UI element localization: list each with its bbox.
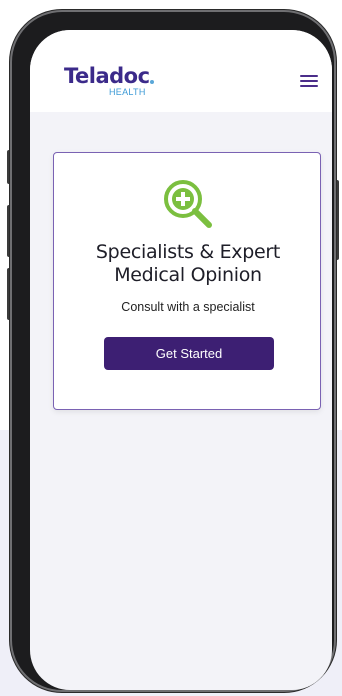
logo-subtext: HEALTH <box>109 87 146 97</box>
menu-bar-top <box>300 75 318 77</box>
specialists-card: Specialists & Expert Medical Opinion Con… <box>53 152 321 410</box>
teladoc-logo[interactable]: Teladoc HEALTH <box>64 64 164 104</box>
logo-accent-dot <box>150 80 154 84</box>
menu-bar-middle <box>300 80 318 82</box>
get-started-button[interactable]: Get Started <box>104 337 274 370</box>
card-subtitle: Consult with a specialist <box>121 300 255 314</box>
app-header: Teladoc HEALTH <box>30 30 332 112</box>
card-title: Specialists & Expert Medical Opinion <box>95 241 281 286</box>
hamburger-menu-icon[interactable] <box>300 73 318 89</box>
phone-screen: Teladoc HEALTH Specialists & Expert Medi… <box>30 30 332 690</box>
phone-frame: Teladoc HEALTH Specialists & Expert Medi… <box>10 10 336 692</box>
logo-wordmark: Teladoc <box>64 64 150 88</box>
menu-bar-bottom <box>300 85 318 87</box>
magnifier-plus-icon <box>161 177 217 233</box>
